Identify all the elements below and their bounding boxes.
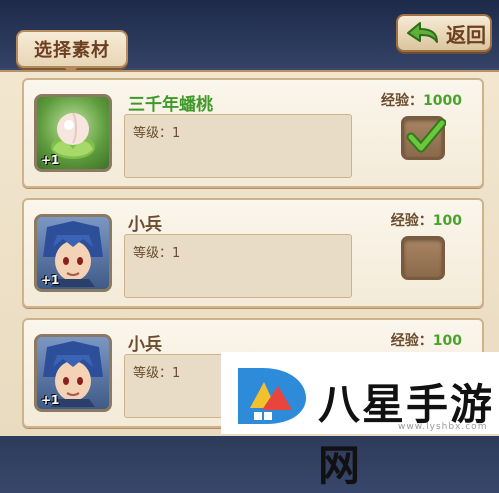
level-label: 等级：1: [133, 126, 181, 141]
level-badge: +1: [41, 273, 60, 287]
exp-value: 100: [432, 333, 462, 349]
exp-label: 经验：1000: [381, 93, 462, 109]
soldier-portrait: +1: [34, 214, 112, 292]
level-badge: +1: [41, 393, 60, 407]
level-label: 等级：1: [133, 246, 181, 261]
exp-label: 经验：100: [390, 213, 462, 229]
level-box: 等级：1: [124, 234, 352, 298]
watermark-text: 八星手游网: [318, 380, 495, 490]
page-title: 选择素材: [16, 30, 128, 75]
page-title-label: 选择素材: [34, 40, 110, 61]
back-button[interactable]: 返回: [396, 14, 492, 52]
checkmark-icon: [406, 118, 446, 153]
material-card[interactable]: +1 小兵 等级：1 经验：100: [22, 198, 484, 308]
peach-icon: +1: [34, 94, 112, 172]
exp-label: 经验：100: [390, 333, 462, 349]
watermark-logo-icon: [238, 368, 306, 424]
material-name: 小兵: [128, 335, 162, 355]
material-card[interactable]: +1 三千年蟠桃 等级：1 经验：1000: [22, 78, 484, 188]
exp-value: 1000: [423, 93, 462, 109]
material-name: 三千年蟠桃: [128, 95, 213, 115]
level-badge: +1: [41, 153, 60, 167]
soldier-portrait: +1: [34, 334, 112, 412]
select-checkbox[interactable]: [401, 116, 446, 160]
watermark-url: www.lyshbx.com: [398, 422, 488, 432]
back-button-label: 返回: [446, 22, 486, 47]
select-checkbox[interactable]: [401, 236, 445, 280]
level-box: 等级：1: [124, 114, 352, 178]
back-arrow-icon: [407, 22, 438, 43]
level-label: 等级：1: [133, 366, 181, 381]
material-name: 小兵: [128, 215, 162, 235]
exp-value: 100: [432, 213, 462, 229]
